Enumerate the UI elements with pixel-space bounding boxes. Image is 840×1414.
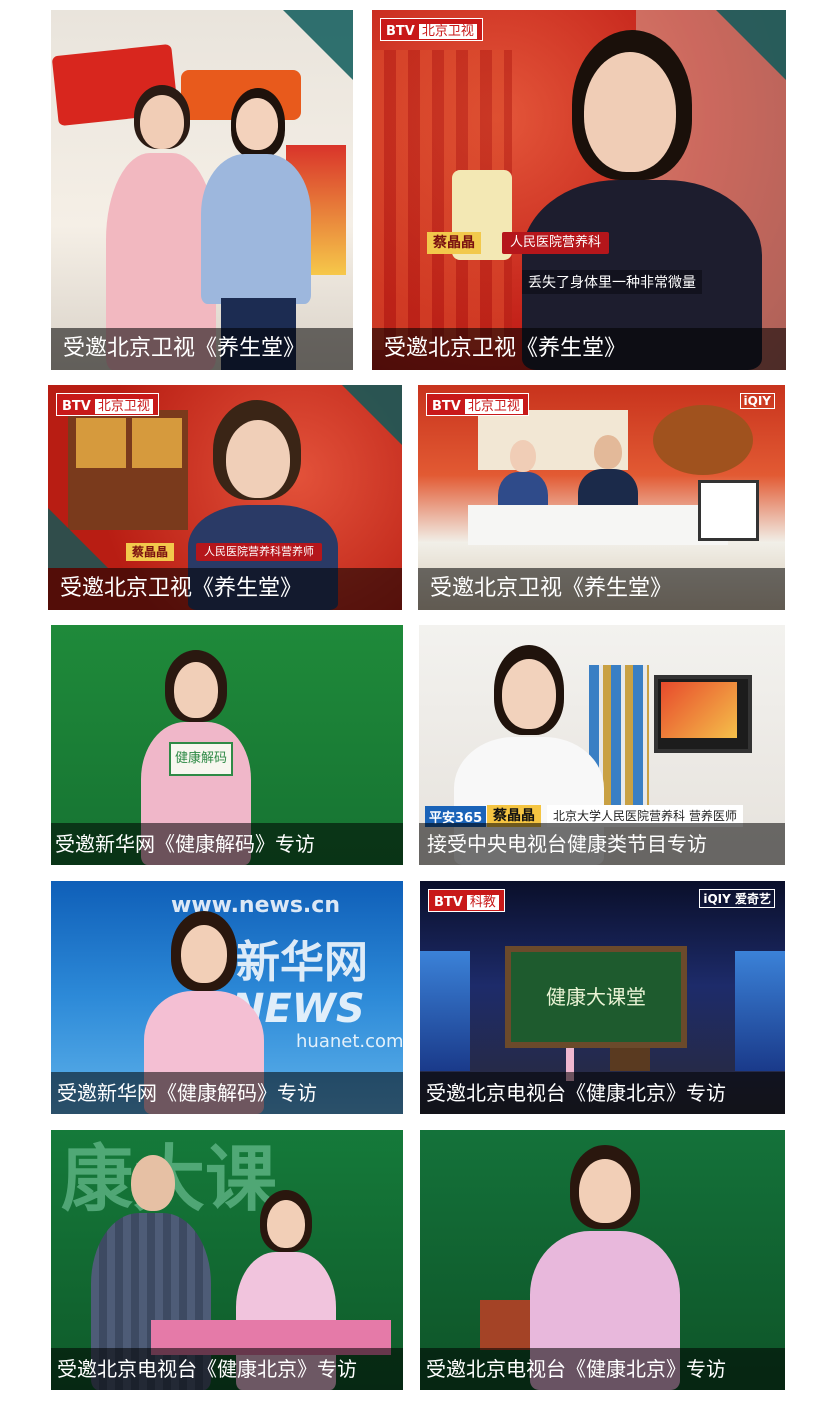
sign-card: 健康解码 [169, 742, 233, 776]
tile-caption: 接受中央电视台健康类节目专访 [419, 823, 785, 865]
photo-tile-3[interactable]: BTV 北京卫视 蔡晶晶 人民医院营养科营养师 受邀北京卫视《养生堂》 [48, 385, 402, 610]
photo-tile-1[interactable]: 受邀北京卫视《养生堂》 [51, 10, 353, 370]
photo-tile-7[interactable]: www.news.cn 新华网 NEWS huanet.com 受邀新华网《健康… [51, 881, 403, 1114]
channel-logo: BTV 北京卫视 [426, 393, 529, 416]
iqiyi-logo: iQIY 爱奇艺 [699, 889, 775, 908]
iqiyi-logo: iQIY [739, 393, 775, 409]
tile-caption: 受邀北京卫视《养生堂》 [418, 568, 785, 610]
photo-tile-8[interactable]: BTV 科教 iQIY 爱奇艺 健康大课堂 受邀北京电视台《健康北京》专访 [420, 881, 785, 1114]
xinhua-url-tail: huanet.com [296, 1031, 403, 1052]
tile-caption: 受邀新华网《健康解码》专访 [51, 823, 403, 865]
tile-caption: 受邀北京电视台《健康北京》专访 [420, 1072, 785, 1114]
lower-third-name: 蔡晶晶 [126, 543, 175, 561]
tile-caption: 受邀新华网《健康解码》专访 [51, 1072, 403, 1114]
host-woman [522, 30, 762, 370]
photo-tile-5[interactable]: 健康解码 受邀新华网《健康解码》专访 [51, 625, 403, 865]
photo-tile-9[interactable]: 康大课 受邀北京电视台《健康北京》专访 [51, 1130, 403, 1390]
tile-caption: 受邀北京卫视《养生堂》 [51, 328, 353, 370]
tile-caption: 受邀北京卫视《养生堂》 [48, 568, 402, 610]
photo-tile-2[interactable]: BTV 北京卫视 蔡晶晶 人民医院营养科 丢失了身体里一种非常微量 受邀北京卫视《… [372, 10, 786, 370]
photo-tile-4[interactable]: BTV 北京卫视 iQIY 受邀北京卫视《养生堂》 [418, 385, 785, 610]
photo-tile-6[interactable]: 平安365 蔡晶晶 北京大学人民医院营养科 营养医师 接受中央电视台健康类节目专… [419, 625, 785, 865]
corner-decoration [283, 10, 353, 80]
lower-third-name: 蔡晶晶 [427, 232, 481, 254]
channel-logo: BTV 北京卫视 [56, 393, 159, 416]
channel-logo: BTV 北京卫视 [380, 18, 483, 41]
chalkboard: 健康大课堂 [505, 946, 687, 1048]
tile-caption: 受邀北京电视台《健康北京》专访 [51, 1348, 403, 1390]
tile-caption: 受邀北京卫视《养生堂》 [372, 328, 786, 370]
lower-third-title: 人民医院营养科营养师 [196, 543, 322, 561]
corner-decoration [342, 385, 402, 445]
tile-caption: 受邀北京电视台《健康北京》专访 [420, 1348, 785, 1390]
corner-decoration [716, 10, 786, 80]
photo-tile-10[interactable]: 受邀北京电视台《健康北京》专访 [420, 1130, 785, 1390]
channel-logo: BTV 科教 [428, 889, 505, 912]
lower-third-title: 人民医院营养科 [502, 232, 610, 254]
subtitle: 丢失了身体里一种非常微量 [522, 270, 702, 294]
corner-decoration [48, 508, 108, 568]
